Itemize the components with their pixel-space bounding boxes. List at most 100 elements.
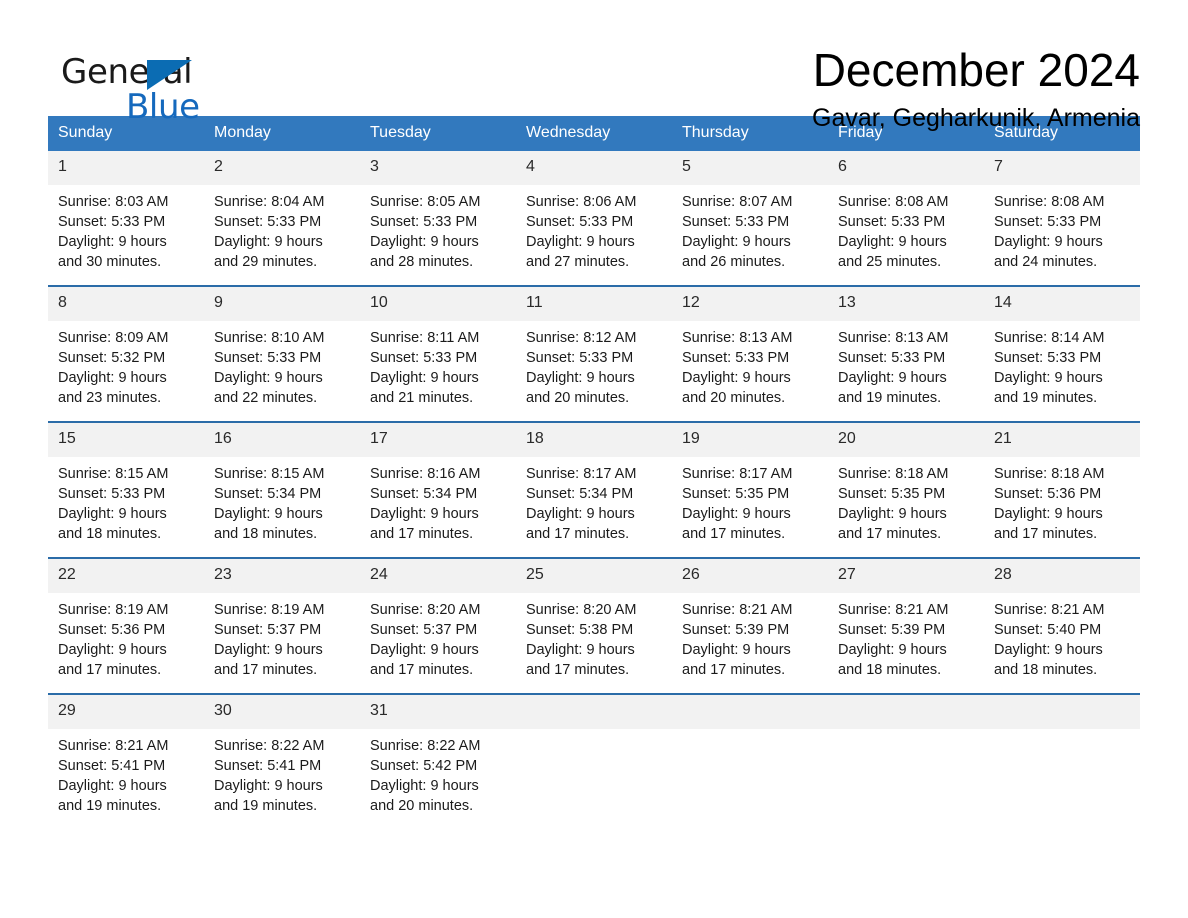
day-cell[interactable]: 25 Sunrise: 8:20 AM Sunset: 5:38 PM Dayligh… [516,558,672,693]
day-cell[interactable]: 4 Sunrise: 8:06 AM Sunset: 5:33 PM Daylight… [516,150,672,285]
sunset-text: Sunset: 5:33 PM [214,349,322,366]
day-cell[interactable]: 7 Sunrise: 8:08 AM Sunset: 5:33 PM Daylight… [984,150,1140,285]
day-details: Sunrise: 8:17 AM Sunset: 5:35 PM Daylight:… [672,457,828,544]
day-cell[interactable]: 2 Sunrise: 8:04 AM Sunset: 5:33 PM Daylight… [204,150,360,285]
day-cell[interactable]: 13 Sunrise: 8:13 AM Sunset: 5:33 PM Dayligh… [828,286,984,421]
daylight-text-line1: Daylight: 9 hours [994,505,1103,522]
day-cell[interactable]: 26 Sunrise: 8:21 AM Sunset: 5:39 PM Dayligh… [672,558,828,693]
sunset-text: Sunset: 5:34 PM [214,485,322,502]
daylight-text-line1: Daylight: 9 hours [838,505,947,522]
sunrise-text: Sunrise: 8:18 AM [994,465,1105,482]
daylight-text-line2: and 19 minutes. [58,797,162,814]
day-cell[interactable]: 22 Sunrise: 8:19 AM Sunset: 5:36 PM Dayligh… [48,558,204,693]
sunset-text: Sunset: 5:33 PM [370,349,478,366]
day-number: 10 [360,286,516,321]
weekday-friday: Friday [838,124,883,141]
sunset-text: Sunset: 5:33 PM [526,213,634,230]
day-cell[interactable]: 15 Sunrise: 8:15 AM Sunset: 5:33 PM Dayligh… [48,422,204,557]
day-number [984,694,1140,729]
sunset-text: Sunset: 5:33 PM [370,213,478,230]
sunrise-text: Sunrise: 8:12 AM [526,329,637,346]
day-number: 4 [516,150,672,185]
day-cell[interactable]: 5 Sunrise: 8:07 AM Sunset: 5:33 PM Daylight… [672,150,828,285]
day-cell-empty [828,694,984,829]
day-details: Sunrise: 8:20 AM Sunset: 5:37 PM Daylight:… [360,593,516,680]
day-cell[interactable]: 21 Sunrise: 8:18 AM Sunset: 5:36 PM Dayligh… [984,422,1140,557]
day-details: Sunrise: 8:21 AM Sunset: 5:39 PM Daylight:… [672,593,828,680]
day-cell[interactable]: 30 Sunrise: 8:22 AM Sunset: 5:41 PM Dayligh… [204,694,360,829]
sunset-text: Sunset: 5:33 PM [994,349,1102,366]
day-cell[interactable]: 1 Sunrise: 8:03 AM Sunset: 5:33 PM Daylight… [48,150,204,285]
week-row: 15 Sunrise: 8:15 AM Sunset: 5:33 PM Dayligh… [48,420,1140,557]
day-number: 9 [204,286,360,321]
day-cell[interactable]: 29 Sunrise: 8:21 AM Sunset: 5:41 PM Dayligh… [48,694,204,829]
day-details: Sunrise: 8:14 AM Sunset: 5:33 PM Daylight:… [984,321,1140,408]
daylight-text-line1: Daylight: 9 hours [682,369,791,386]
daylight-text-line2: and 17 minutes. [994,525,1098,542]
sunrise-text: Sunrise: 8:07 AM [682,193,793,210]
day-cell[interactable]: 28 Sunrise: 8:21 AM Sunset: 5:40 PM Dayligh… [984,558,1140,693]
day-cell[interactable]: 17 Sunrise: 8:16 AM Sunset: 5:34 PM Dayligh… [360,422,516,557]
daylight-text-line2: and 22 minutes. [214,389,318,406]
daylight-text-line1: Daylight: 9 hours [214,369,323,386]
day-cell[interactable]: 27 Sunrise: 8:21 AM Sunset: 5:39 PM Dayligh… [828,558,984,693]
daylight-text-line2: and 17 minutes. [682,525,786,542]
day-cell[interactable]: 16 Sunrise: 8:15 AM Sunset: 5:34 PM Dayligh… [204,422,360,557]
day-number: 3 [360,150,516,185]
day-number: 7 [984,150,1140,185]
day-details: Sunrise: 8:06 AM Sunset: 5:33 PM Daylight:… [516,185,672,272]
sunset-text: Sunset: 5:33 PM [58,213,166,230]
daylight-text-line2: and 25 minutes. [838,253,942,270]
sunrise-text: Sunrise: 8:16 AM [370,465,481,482]
sunrise-text: Sunrise: 8:20 AM [526,601,637,618]
daylight-text-line1: Daylight: 9 hours [214,777,323,794]
day-cell[interactable]: 18 Sunrise: 8:17 AM Sunset: 5:34 PM Dayligh… [516,422,672,557]
weekday-wednesday: Wednesday [526,124,611,141]
sunset-text: Sunset: 5:33 PM [526,349,634,366]
day-cell[interactable]: 6 Sunrise: 8:08 AM Sunset: 5:33 PM Daylight… [828,150,984,285]
daylight-text-line1: Daylight: 9 hours [526,233,635,250]
daylight-text-line1: Daylight: 9 hours [370,369,479,386]
sunrise-text: Sunrise: 8:19 AM [214,601,325,618]
day-cell[interactable]: 24 Sunrise: 8:20 AM Sunset: 5:37 PM Dayligh… [360,558,516,693]
daylight-text-line2: and 21 minutes. [370,389,474,406]
daylight-text-line2: and 26 minutes. [682,253,786,270]
day-number: 31 [360,694,516,729]
daylight-text-line2: and 29 minutes. [214,253,318,270]
sunset-text: Sunset: 5:36 PM [994,485,1102,502]
day-cell[interactable]: 11 Sunrise: 8:12 AM Sunset: 5:33 PM Dayligh… [516,286,672,421]
day-details: Sunrise: 8:08 AM Sunset: 5:33 PM Daylight:… [984,185,1140,272]
sunrise-text: Sunrise: 8:20 AM [370,601,481,618]
day-details: Sunrise: 8:13 AM Sunset: 5:33 PM Daylight:… [672,321,828,408]
sunset-text: Sunset: 5:33 PM [838,213,946,230]
weekday-tuesday: Tuesday [370,124,431,141]
sunrise-text: Sunrise: 8:19 AM [58,601,169,618]
daylight-text-line2: and 30 minutes. [58,253,162,270]
daylight-text-line1: Daylight: 9 hours [58,777,167,794]
day-cell[interactable]: 20 Sunrise: 8:18 AM Sunset: 5:35 PM Dayligh… [828,422,984,557]
daylight-text-line1: Daylight: 9 hours [370,505,479,522]
daylight-text-line2: and 18 minutes. [214,525,318,542]
day-cell[interactable]: 19 Sunrise: 8:17 AM Sunset: 5:35 PM Dayligh… [672,422,828,557]
sunset-text: Sunset: 5:42 PM [370,757,478,774]
day-cell[interactable]: 10 Sunrise: 8:11 AM Sunset: 5:33 PM Dayligh… [360,286,516,421]
day-cell[interactable]: 14 Sunrise: 8:14 AM Sunset: 5:33 PM Dayligh… [984,286,1140,421]
sunrise-text: Sunrise: 8:15 AM [214,465,325,482]
day-cell[interactable]: 9 Sunrise: 8:10 AM Sunset: 5:33 PM Daylight… [204,286,360,421]
day-cell[interactable]: 31 Sunrise: 8:22 AM Sunset: 5:42 PM Dayligh… [360,694,516,829]
day-number: 24 [360,558,516,593]
day-details: Sunrise: 8:18 AM Sunset: 5:36 PM Daylight:… [984,457,1140,544]
daylight-text-line1: Daylight: 9 hours [838,233,947,250]
day-cell[interactable]: 23 Sunrise: 8:19 AM Sunset: 5:37 PM Dayligh… [204,558,360,693]
day-cell[interactable]: 3 Sunrise: 8:05 AM Sunset: 5:33 PM Daylight… [360,150,516,285]
day-number: 16 [204,422,360,457]
day-cell[interactable]: 8 Sunrise: 8:09 AM Sunset: 5:32 PM Daylight… [48,286,204,421]
sunset-text: Sunset: 5:39 PM [838,621,946,638]
day-cell[interactable]: 12 Sunrise: 8:13 AM Sunset: 5:33 PM Dayligh… [672,286,828,421]
daylight-text-line2: and 17 minutes. [526,525,630,542]
sunset-text: Sunset: 5:40 PM [994,621,1102,638]
page-title: December 2024 [812,44,1140,96]
daylight-text-line1: Daylight: 9 hours [58,369,167,386]
day-details: Sunrise: 8:07 AM Sunset: 5:33 PM Daylight:… [672,185,828,272]
sunrise-text: Sunrise: 8:15 AM [58,465,169,482]
